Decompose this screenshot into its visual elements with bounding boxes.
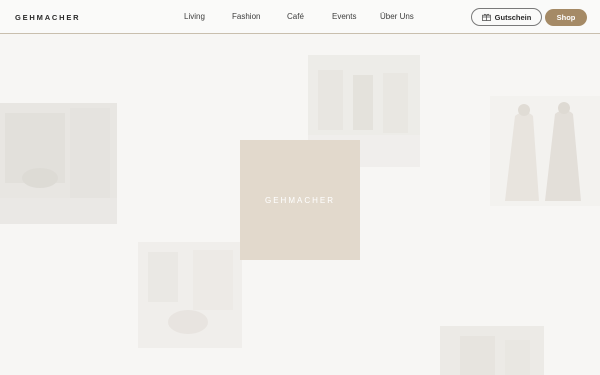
nav-item-fashion[interactable]: Fashion (232, 12, 260, 21)
hero-photo-detail (440, 326, 544, 375)
voucher-button[interactable]: Gutschein (471, 8, 542, 26)
nav-item-living[interactable]: Living (184, 12, 205, 21)
nav-item-ueber-uns[interactable]: Über Uns (380, 12, 414, 21)
hero-photo-bar (0, 103, 117, 224)
nav-item-cafe[interactable]: Café (287, 12, 304, 21)
hero-photo-interior (138, 242, 242, 348)
hero-logo-text: GEHMACHER (264, 195, 335, 205)
nav-item-events[interactable]: Events (332, 12, 356, 21)
shop-button[interactable]: Shop (545, 9, 587, 26)
voucher-label: Gutschein (494, 12, 532, 22)
hero-logo-card: GEHMACHER (240, 140, 360, 260)
shop-label: Shop (556, 13, 576, 22)
gift-icon (481, 13, 491, 21)
hero-photo-fashion (490, 96, 600, 206)
site-logo[interactable]: GEHMACHER (15, 13, 80, 22)
site-header: GEHMACHER Living Fashion Café Events Übe… (0, 0, 600, 34)
